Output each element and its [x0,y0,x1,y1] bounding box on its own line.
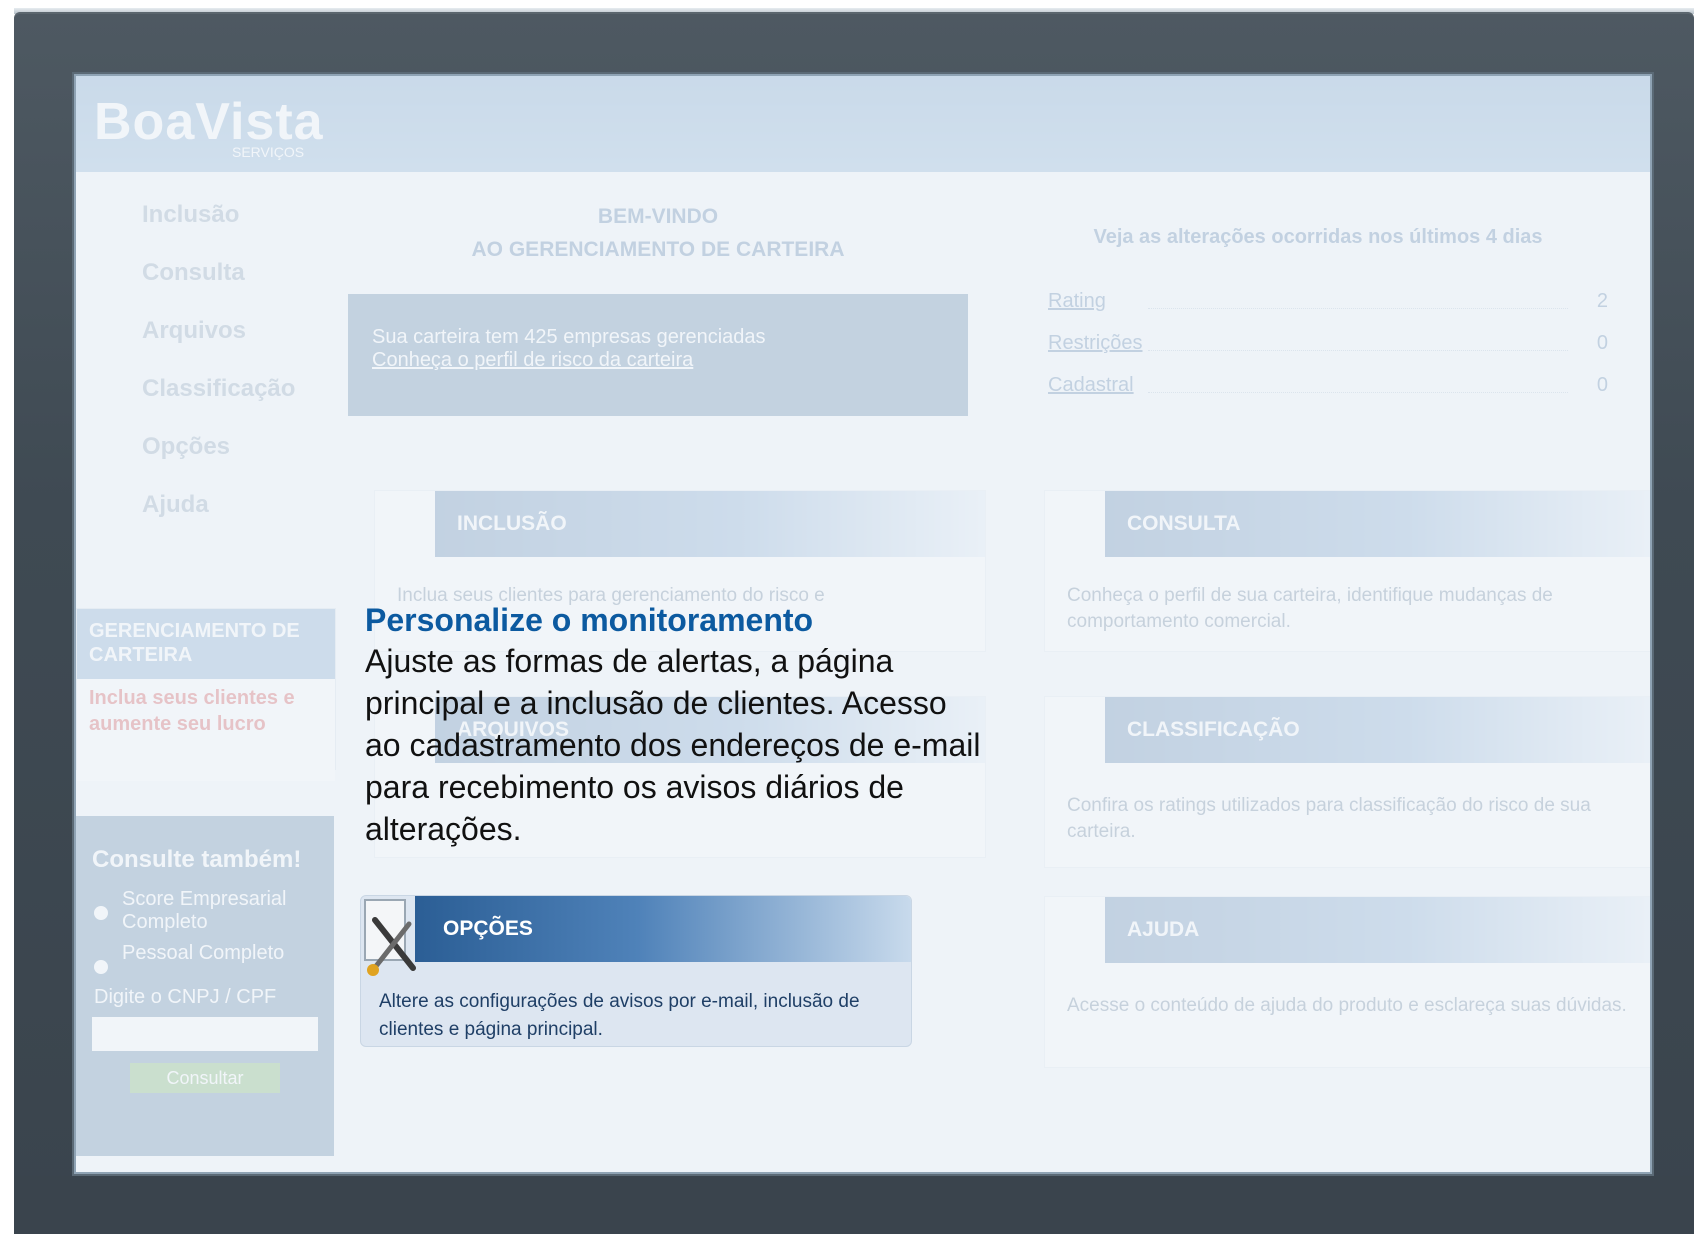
change-row-rating: Rating 2 [1048,290,1608,330]
radio-label: Score Empresarial Completo [122,888,287,933]
consulte-box: Consulte também! Score Empresarial Compl… [76,816,334,1156]
card-title: CLASSIFICAÇÃO [1105,697,1650,763]
risk-profile-link[interactable]: Conheça o perfil de risco da carteira [372,349,968,372]
gerenciamento-body[interactable]: Inclua seus clientes e aumente seu lucro [77,679,335,781]
consultar-button[interactable]: Consultar [130,1063,280,1093]
card-classificacao[interactable]: CLASSIFICAÇÃO Confira os ratings utiliza… [1044,696,1650,868]
card-consulta[interactable]: CONSULTA Conheça o perfil de sua carteir… [1044,490,1650,652]
gerenciamento-box: GERENCIAMENTO DE CARTEIRA Inclua seus cl… [76,608,336,781]
welcome-line1: BEM-VINDO [597,205,719,228]
nav-item-classificacao[interactable]: Classificação [76,360,336,418]
change-count: 0 [1596,374,1608,396]
radio-option-score[interactable]: Score Empresarial Completo [76,884,334,938]
tooltip-title: Personalize o monitoramento [365,602,814,638]
tooltip-body: Ajuste as formas de alertas, a página pr… [365,643,981,847]
card-opcoes[interactable]: OPÇÕES Altere as configurações de avisos… [360,895,912,1047]
monitor-bottom [14,1176,1694,1234]
header: BoaVista SERVIÇOS [76,76,1650,172]
card-text: Acesse o conteúdo de ajuda do produto e … [1067,995,1627,1016]
change-count: 0 [1596,332,1608,354]
card-title: CONSULTA [1105,491,1650,557]
radio-icon[interactable] [94,906,108,920]
cnpj-label: Digite o CNPJ / CPF [94,986,277,1008]
welcome-line2: AO GERENCIAMENTO DE CARTEIRA [471,238,845,261]
nav-item-opcoes[interactable]: Opções [76,418,336,476]
nav-item-arquivos[interactable]: Arquivos [76,302,336,360]
card-text: Confira os ratings utilizados para class… [1067,795,1591,842]
card-text: Conheça o perfil de sua carteira, identi… [1067,585,1553,632]
card-opcoes-text: Altere as configurações de avisos por e-… [379,991,860,1040]
logo-subtitle: SERVIÇOS [232,144,305,160]
welcome-heading: BEM-VINDO AO GERENCIAMENTO DE CARTEIRA [348,200,968,266]
gerenciamento-title: GERENCIAMENTO DE CARTEIRA [89,620,300,666]
nav-item-inclusao[interactable]: Inclusão [76,186,336,244]
card-opcoes-title: OPÇÕES [415,896,911,962]
card-title: INCLUSÃO [435,491,985,557]
change-row-restricoes: Restrições 0 [1048,332,1608,372]
leader-dots [1148,308,1568,309]
change-count: 2 [1596,290,1608,312]
radio-option-pessoal[interactable]: Pessoal Completo [76,938,334,978]
card-ajuda[interactable]: AJUDA Acesse o conteúdo de ajuda do prod… [1044,896,1650,1068]
portfolio-summary: Sua carteira tem 425 empresas gerenciada… [372,326,766,348]
change-row-cadastral: Cadastral 0 [1048,374,1608,414]
welcome-box: Sua carteira tem 425 empresas gerenciada… [348,294,968,416]
cnpj-input[interactable] [92,1017,318,1051]
card-title: AJUDA [1105,897,1650,963]
change-link-cadastral[interactable]: Cadastral [1048,374,1134,396]
tooltip: Personalize o monitoramento Ajuste as fo… [365,600,985,850]
consulte-title: Consulte também! [92,846,302,873]
nav-item-consulta[interactable]: Consulta [76,244,336,302]
sidebar-nav: Inclusão Consulta Arquivos Classificação… [76,186,336,534]
changes-title: Veja as alterações ocorridas nos últimos… [1093,226,1543,248]
tools-icon [364,899,416,976]
radio-label: Pessoal Completo [122,942,285,964]
nav-item-ajuda[interactable]: Ajuda [76,476,336,534]
change-link-rating[interactable]: Rating [1048,290,1106,312]
leader-dots [1148,392,1568,393]
logo: BoaVista [94,93,324,151]
leader-dots [1148,350,1568,351]
radio-icon[interactable] [94,960,108,974]
change-link-restricoes[interactable]: Restrições [1048,332,1142,354]
